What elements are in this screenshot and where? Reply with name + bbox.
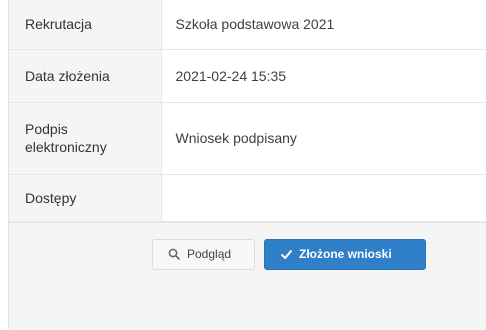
table-row-access: Dostępy: [9, 174, 486, 222]
search-icon: [167, 247, 181, 261]
submission-date-label: Data złożenia: [9, 49, 162, 103]
recruitment-value: Szkoła podstawowa 2021: [161, 0, 486, 50]
access-value: [161, 174, 486, 222]
application-details-table: Rekrutacja Szkoła podstawowa 2021 Data z…: [9, 0, 486, 222]
recruitment-label: Rekrutacja: [9, 0, 162, 50]
table-row-e-signature: Podpis elektroniczny Wniosek podpisany: [9, 102, 486, 175]
preview-button[interactable]: Podgląd: [152, 238, 255, 270]
submitted-applications-button[interactable]: Złożone wnioski: [264, 238, 426, 270]
preview-button-label: Podgląd: [187, 247, 232, 261]
submitted-applications-label: Złożone wnioski: [299, 247, 392, 261]
e-signature-label: Podpis elektroniczny: [9, 102, 162, 175]
check-icon: [279, 247, 293, 261]
actions-footer: Podgląd Złożone wnioski: [9, 221, 486, 330]
e-signature-value: Wniosek podpisany: [161, 102, 486, 175]
table-row-submission-date: Data złożenia 2021-02-24 15:35: [9, 49, 486, 103]
access-label: Dostępy: [9, 174, 162, 222]
table-row-recruitment: Rekrutacja Szkoła podstawowa 2021: [9, 0, 486, 50]
submission-date-value: 2021-02-24 15:35: [161, 49, 486, 103]
application-details-panel: Rekrutacja Szkoła podstawowa 2021 Data z…: [8, 0, 486, 330]
